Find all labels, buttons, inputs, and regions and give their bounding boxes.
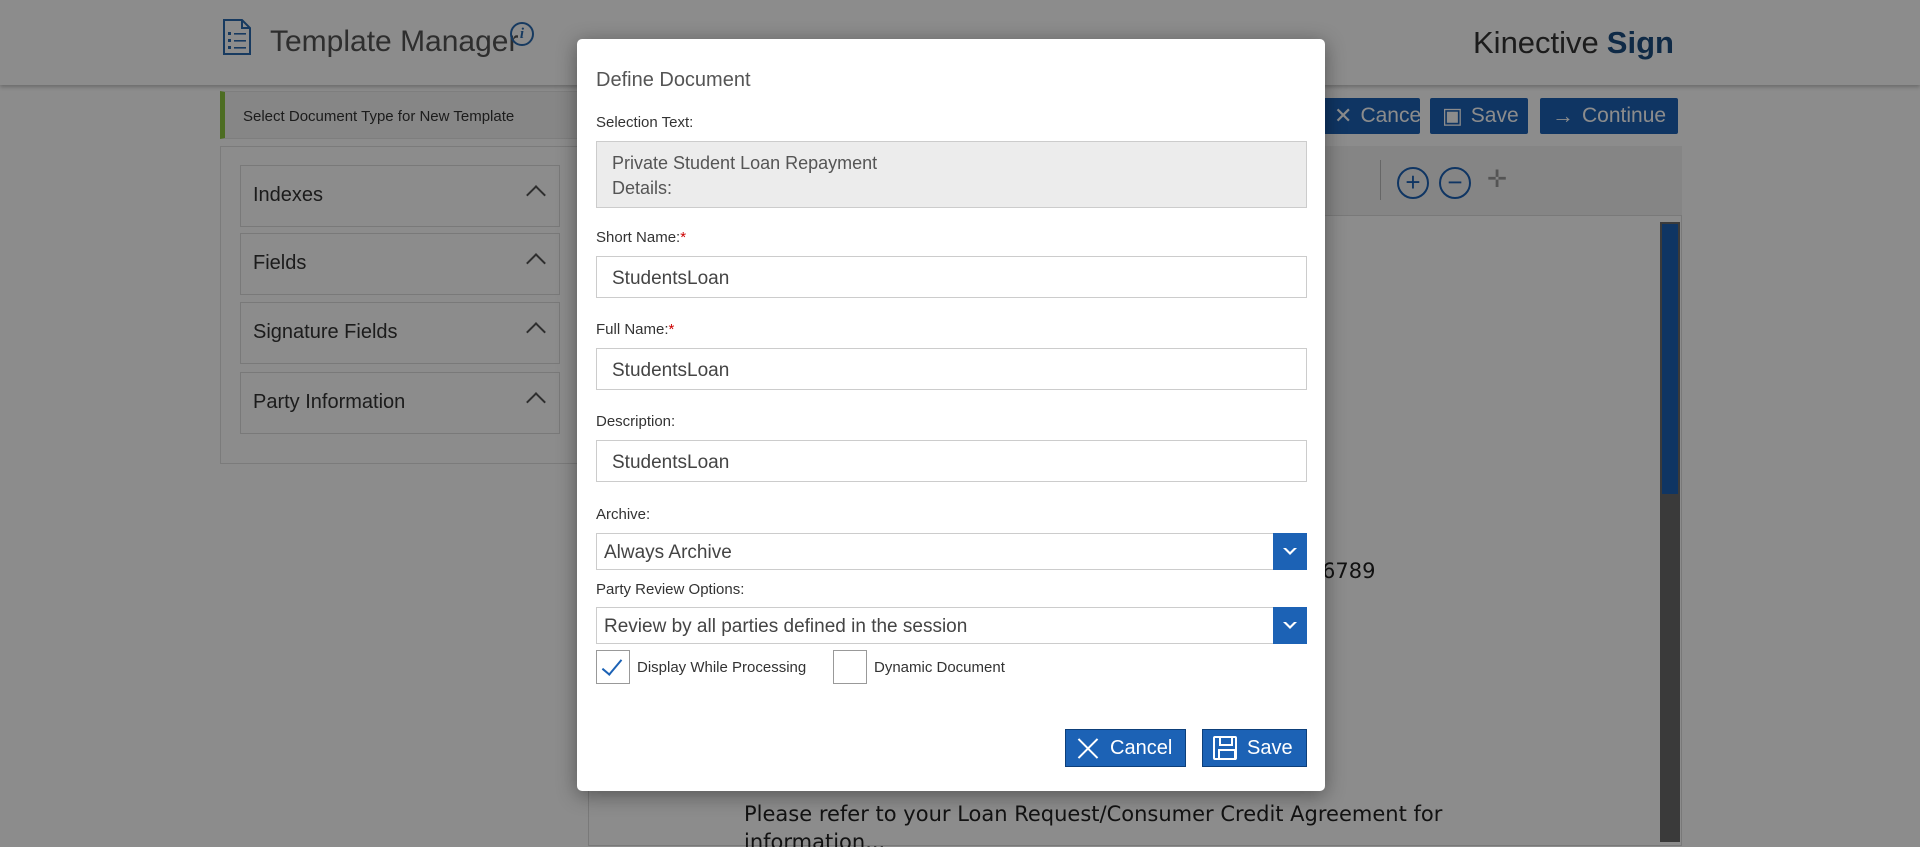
selection-text-box: Private Student Loan Repayment Details: bbox=[596, 141, 1307, 208]
description-label: Description: bbox=[596, 413, 676, 430]
selection-text-line: Private Student Loan Repayment bbox=[612, 153, 878, 173]
save-button-label: Save bbox=[1247, 736, 1293, 759]
party-review-select[interactable]: Review by all parties defined in the ses… bbox=[596, 607, 1307, 644]
full-name-input[interactable]: StudentsLoan bbox=[596, 348, 1307, 390]
cancel-button[interactable]: Cancel bbox=[1065, 729, 1186, 767]
description-input[interactable]: StudentsLoan bbox=[596, 440, 1307, 482]
party-review-selected-value: Review by all parties defined in the ses… bbox=[604, 616, 968, 637]
dialog-title: Define Document bbox=[596, 69, 751, 91]
selection-text-label: Selection Text: bbox=[596, 114, 694, 131]
display-while-processing-label: Display While Processing bbox=[637, 659, 807, 676]
short-name-label-text: Short Name: bbox=[596, 229, 681, 246]
full-name-label-text: Full Name: bbox=[596, 321, 669, 338]
checkmark-icon bbox=[601, 654, 623, 676]
save-icon bbox=[1213, 736, 1237, 760]
define-document-dialog: Define Document Selection Text: Private … bbox=[577, 39, 1325, 791]
full-name-label: Full Name:* bbox=[596, 321, 674, 338]
short-name-label: Short Name:* bbox=[596, 229, 686, 246]
required-marker: * bbox=[668, 321, 675, 338]
short-name-input[interactable]: StudentsLoan bbox=[596, 256, 1307, 298]
dropdown-arrow-icon[interactable] bbox=[1273, 607, 1307, 644]
close-icon bbox=[1076, 736, 1100, 760]
display-while-processing-checkbox[interactable] bbox=[596, 650, 630, 684]
cancel-button-label: Cancel bbox=[1110, 736, 1173, 759]
archive-selected-value: Always Archive bbox=[604, 542, 732, 563]
archive-label: Archive: bbox=[596, 506, 651, 523]
selection-text-line: Details: bbox=[612, 178, 673, 198]
required-marker: * bbox=[680, 229, 687, 246]
dynamic-document-label: Dynamic Document bbox=[874, 659, 1005, 676]
dynamic-document-checkbox[interactable] bbox=[833, 650, 867, 684]
party-review-label: Party Review Options: bbox=[596, 581, 745, 598]
dropdown-arrow-icon[interactable] bbox=[1273, 533, 1307, 570]
save-button[interactable]: Save bbox=[1202, 729, 1307, 767]
archive-select[interactable]: Always Archive bbox=[596, 533, 1307, 570]
